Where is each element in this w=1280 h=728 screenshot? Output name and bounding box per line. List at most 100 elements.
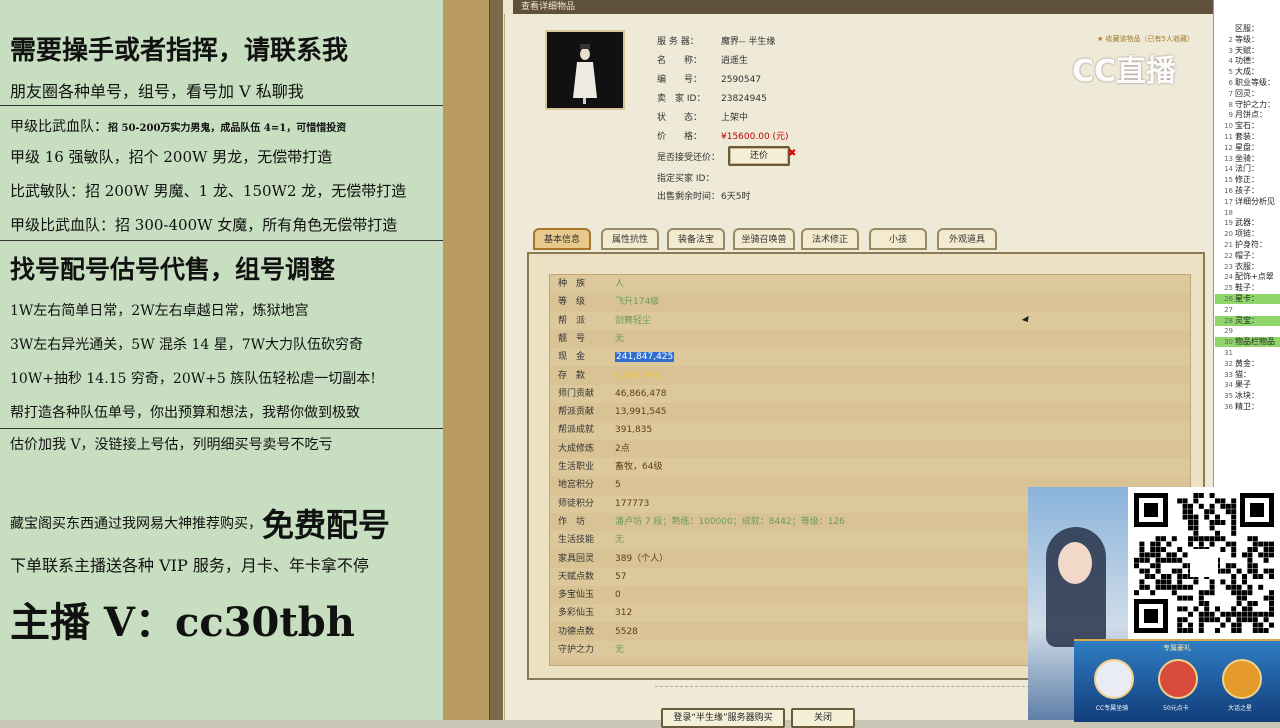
close-button[interactable]: 关闭 <box>791 708 855 728</box>
sidebar-note-row[interactable]: 15 修正： <box>1215 175 1280 185</box>
table-row: 等 级飞升174级 <box>558 297 660 308</box>
sidebar-note-row[interactable]: 36 精卫： <box>1215 402 1280 412</box>
row-number: 12 <box>1224 143 1233 152</box>
row-label: 果子 <box>1235 380 1251 390</box>
close-x-icon: ✖ <box>788 148 797 159</box>
tab-attributes[interactable]: 属性抗性 <box>601 228 659 250</box>
info-seller-id: 卖 家 ID： 23824945 <box>657 94 767 104</box>
sidebar-note-row[interactable]: 12 星盘： <box>1215 143 1280 153</box>
sidebar-note-row[interactable]: 10 宝石： <box>1215 121 1280 131</box>
row-number: 24 <box>1224 273 1233 282</box>
sidebar-note-row[interactable]: 35 冰块： <box>1215 391 1280 401</box>
sidebar-note-row[interactable]: 19 武器： <box>1215 218 1280 228</box>
ad-headline: 需要操手或者指挥，请联系我 <box>10 36 349 66</box>
row-number: 23 <box>1224 262 1233 271</box>
sidebar-note-row[interactable]: 8 守护之力： <box>1215 100 1280 110</box>
mount-gift-icon <box>1094 659 1134 699</box>
cc-live-watermark: CC直播 <box>1072 54 1177 89</box>
login-buy-button[interactable]: 登录“半生缘”服务器购买 <box>661 708 785 728</box>
sidebar-note-row[interactable]: 区服： <box>1215 24 1280 34</box>
window-scroll-edge[interactable] <box>489 0 504 720</box>
cash-value-selected[interactable]: 241,847,425 <box>615 352 675 363</box>
row-number: 30 <box>1224 338 1233 347</box>
row-label: 物品栏物品 <box>1235 337 1275 347</box>
row-label: 武器： <box>1235 218 1259 228</box>
row-number: 22 <box>1224 251 1233 260</box>
favorite-link[interactable]: ★ 收藏该物品（已有5人收藏） <box>1097 34 1194 44</box>
window-title[interactable]: 查看详细物品 <box>513 0 1213 14</box>
sidebar-note-row[interactable]: 33 猫： <box>1215 370 1280 380</box>
row-label: 天赋： <box>1235 45 1259 55</box>
tab-spell-correction[interactable]: 法术修正 <box>801 228 859 250</box>
row-label: 衣服： <box>1235 261 1259 271</box>
row-label: 星卡： <box>1235 294 1259 303</box>
row-label: 大成： <box>1235 67 1259 77</box>
sidebar-note-row[interactable]: 20 项链： <box>1215 229 1280 239</box>
row-label: 修正： <box>1235 175 1259 185</box>
row-label: 等级： <box>1235 34 1259 44</box>
ad-headline-2: 找号配号估号代售，组号调整 <box>10 255 336 284</box>
counter-offer-button[interactable]: 还价 <box>728 146 790 166</box>
ad-cangbao-line: 藏宝阁买东西通过我网易大神推荐购买，免费配号 <box>10 506 391 544</box>
ad-team-line: 甲级比武血队：招 50-200万实力男鬼，成品队伍 4=1，可惜惜投资 <box>10 119 347 135</box>
streamer-ad-panel: 需要操手或者指挥，请联系我 朋友圈各种单号，组号，看号加 V 私聊我 甲级比武血… <box>0 0 443 720</box>
sidebar-note-row[interactable]: 31 <box>1215 348 1280 358</box>
sidebar-note-row[interactable]: 14 法门： <box>1215 164 1280 174</box>
sidebar-note-row[interactable]: 16 孩子： <box>1215 186 1280 196</box>
sidebar-note-row[interactable]: 29 <box>1215 326 1280 336</box>
sidebar-note-row[interactable]: 3 天赋： <box>1215 46 1280 56</box>
table-row: 种 族人 <box>550 275 1190 293</box>
qr-code <box>1128 487 1280 639</box>
info-buyer-id: 指定买家 ID： <box>657 174 715 184</box>
row-label: 灵宝： <box>1235 315 1259 325</box>
promo-title: 专属豪礼 <box>1163 644 1191 652</box>
row-label: 月饼点： <box>1235 110 1267 120</box>
sidebar-note-row[interactable]: 6 职业等级： <box>1215 78 1280 88</box>
ad-team-line: 甲级比武血队：招 300-400W 女魔，所有角色无偿带打造 <box>10 216 398 234</box>
row-label: 项链： <box>1235 229 1259 239</box>
sidebar-note-row[interactable]: 2 等级： <box>1215 35 1280 45</box>
sidebar-note-row[interactable]: 27 <box>1215 305 1280 315</box>
tab-appearance[interactable]: 外观道具 <box>937 228 997 250</box>
sidebar-note-row[interactable]: 18 <box>1215 208 1280 218</box>
row-label: 回灵： <box>1235 88 1259 98</box>
row-number: 5 <box>1228 68 1233 77</box>
sidebar-note-row[interactable]: 25 鞋子： <box>1215 283 1280 293</box>
sidebar-note-row[interactable]: 26 星卡： <box>1215 294 1280 304</box>
sidebar-note-row[interactable]: 22 帽子： <box>1215 251 1280 261</box>
row-number: 11 <box>1224 133 1233 141</box>
row-number: 10 <box>1224 122 1233 131</box>
sidebar-note-row[interactable]: 17 详细分析见 <box>1215 197 1280 207</box>
info-remaining-time: 出售剩余时间：6天5时 <box>657 192 751 202</box>
sidebar-note-row[interactable]: 23 衣服： <box>1215 262 1280 272</box>
sidebar-note-row[interactable]: 28 灵宝： <box>1215 315 1280 326</box>
sidebar-note-row[interactable]: 7 回灵： <box>1215 89 1280 99</box>
sidebar-note-row[interactable]: 13 坐骑： <box>1215 154 1280 164</box>
row-number: 26 <box>1224 295 1233 303</box>
promo-caption: CC专属坐骑 <box>1095 705 1129 712</box>
tab-child[interactable]: 小孩 <box>869 228 927 250</box>
character-portrait <box>545 30 625 110</box>
sidebar-note-row[interactable]: 21 护身符： <box>1215 240 1280 250</box>
info-number: 编 号： 2590547 <box>657 75 762 85</box>
table-row: 大成修炼 2点 <box>558 443 630 454</box>
tab-equipment[interactable]: 装备法宝 <box>667 228 725 250</box>
sidebar-note-row[interactable]: 4 功德： <box>1215 56 1280 66</box>
tab-mounts-pets[interactable]: 坐骑召唤兽 <box>733 228 795 250</box>
sidebar-note-row[interactable]: 30 物品栏物品 <box>1215 337 1280 348</box>
tab-basic-info[interactable]: 基本信息 <box>533 228 591 250</box>
sidebar-note-row[interactable]: 34 果子 <box>1215 380 1280 390</box>
row-number: 17 <box>1224 197 1233 206</box>
ad-contact: 主播 V：cc30tbh <box>10 599 355 646</box>
sidebar-note-row[interactable]: 24 配饰+点翠 <box>1215 272 1280 282</box>
row-label: 区服： <box>1235 24 1259 33</box>
ad-service-line: 3W左右异光通关，5W 混杀 14 星，7W大力队伍砍穷奇 <box>10 337 364 353</box>
row-label: 孩子： <box>1235 186 1259 195</box>
sidebar-note-row[interactable]: 5 大成： <box>1215 67 1280 77</box>
sidebar-note-row[interactable]: 11 套装： <box>1215 132 1280 142</box>
sidebar-note-row[interactable]: 32 黄金： <box>1215 359 1280 369</box>
promo-overlay: 专属豪礼 CC专属坐骑 50元点卡 大话之星 <box>1028 487 1280 722</box>
favorite-icon: ★ <box>1097 35 1104 43</box>
face-shape <box>1058 542 1092 584</box>
sidebar-note-row[interactable]: 9 月饼点： <box>1215 110 1280 120</box>
